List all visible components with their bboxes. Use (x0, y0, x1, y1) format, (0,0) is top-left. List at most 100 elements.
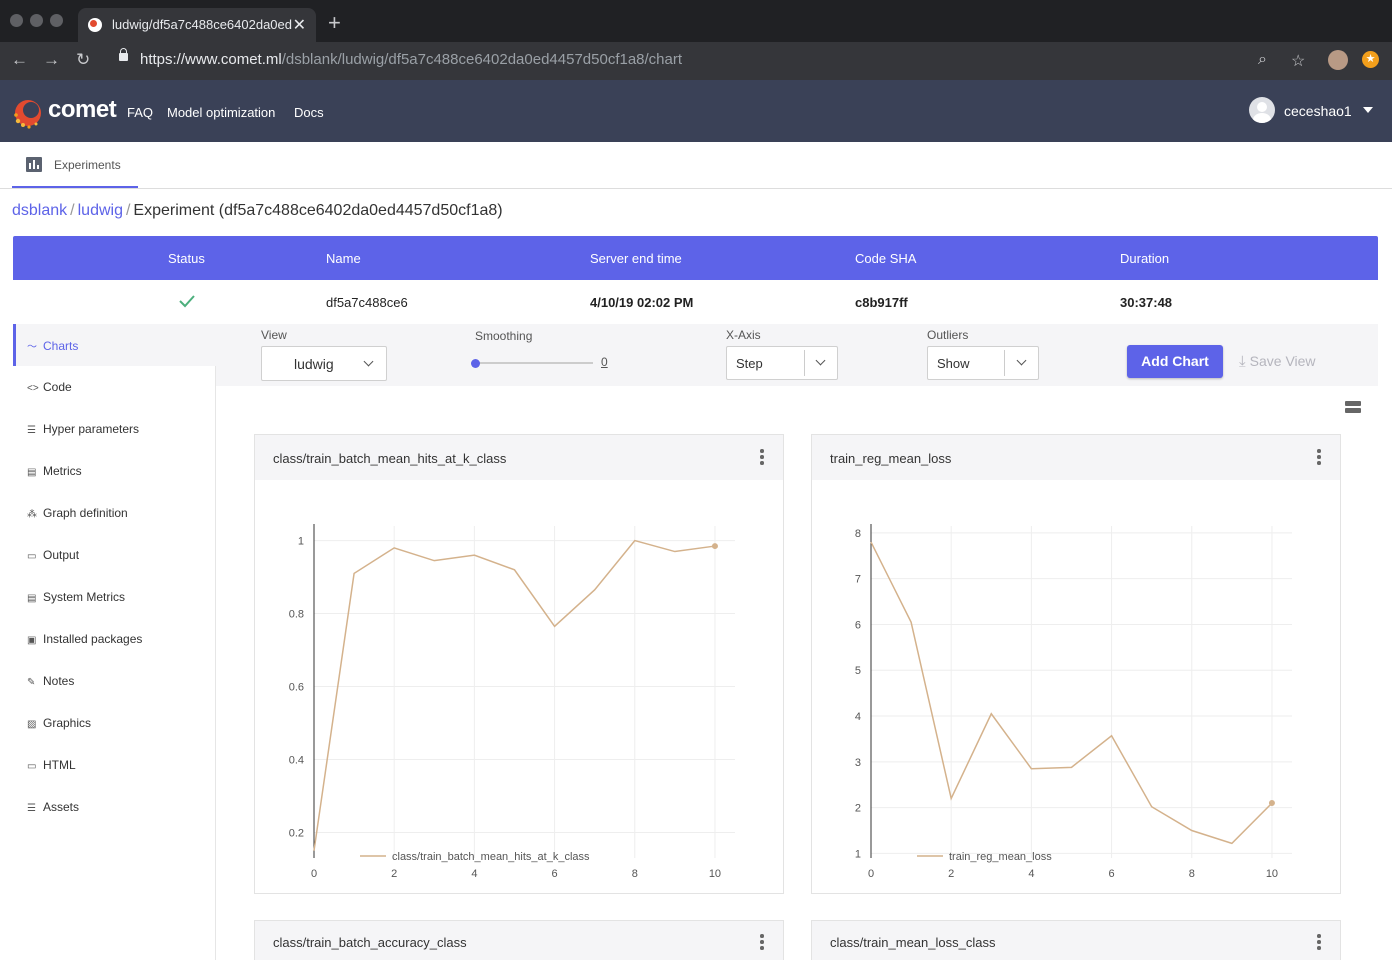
sidebar-item-html[interactable]: ▭ HTML (27, 758, 76, 772)
back-icon[interactable]: ← (11, 51, 28, 69)
sidebar-item-label: Code (43, 380, 72, 394)
nav-model-optimization[interactable]: Model optimization (167, 105, 275, 120)
reload-icon[interactable]: ↻ (76, 51, 90, 69)
html-icon: ▭ (27, 761, 37, 772)
sidebar-item-assets[interactable]: ☰ Assets (27, 800, 79, 814)
kebab-menu-icon[interactable] (760, 449, 764, 465)
view-value: ludwig (294, 356, 334, 372)
summary-header (13, 236, 1378, 280)
zoom-icon[interactable]: ⌕ (1258, 51, 1267, 69)
chart-title: class/train_mean_loss_class (830, 935, 996, 950)
breadcrumb: dsblank / ludwig / Experiment (df5a7c488ce64… (12, 202, 503, 219)
chart-card: class/train_batch_accuracy_class (254, 920, 784, 960)
briefcase-icon: ▣ (27, 635, 37, 646)
sidebar-item-notes[interactable]: ✎ Notes (27, 674, 74, 688)
save-view-button[interactable]: ⤓ Save View (1239, 353, 1316, 370)
sidebar-item-code[interactable]: <> Code (27, 380, 72, 394)
line-chart-icon: 〜 (27, 342, 37, 353)
browser-tab[interactable]: ludwig/df5a7c488ce6402da0ed4457d50cf1a8 … (78, 8, 316, 42)
y-tick-label: 1 (298, 536, 304, 548)
x-tick-label: 4 (1028, 868, 1034, 880)
nav-docs[interactable]: Docs (294, 105, 324, 120)
page-title: Experiment (df5a7c488ce6402da0ed4457d50c… (133, 202, 503, 219)
comet-logo-icon[interactable] (12, 93, 42, 129)
forward-icon[interactable]: → (43, 51, 60, 69)
series-end-point (711, 543, 718, 550)
sidebar-item-system-metrics[interactable]: ▤ System Metrics (27, 590, 125, 604)
graph-icon: ⁂ (27, 509, 37, 520)
tab-experiments-label: Experiments (54, 158, 121, 172)
url-host: https://www.comet.ml (140, 51, 282, 68)
header-status: Status (168, 251, 205, 266)
divider (1004, 350, 1005, 376)
layout-toggle-icon[interactable] (1345, 401, 1361, 414)
header-server-end-time: Server end time (590, 251, 682, 266)
username[interactable]: ceceshao1 (1284, 103, 1352, 119)
sidebar-item-hyper-parameters[interactable]: ☰ Hyper parameters (27, 422, 139, 436)
close-tab-icon[interactable]: ✕ (293, 15, 306, 35)
new-tab-icon[interactable]: + (328, 12, 341, 34)
experiments-tab-bar (0, 142, 1392, 189)
y-tick-label: 8 (855, 528, 861, 540)
nav-faq[interactable]: FAQ (127, 105, 153, 120)
sidebar-item-installed-packages[interactable]: ▣ Installed packages (27, 632, 142, 646)
kebab-menu-icon[interactable] (760, 934, 764, 950)
series-line (870, 541, 1273, 845)
url-path: /dsblank/ludwig/df5a7c488ce6402da0ed4457… (281, 51, 683, 68)
view-label: View (261, 328, 287, 342)
code-icon: <> (27, 383, 39, 394)
x-tick-label: 8 (632, 868, 638, 880)
kebab-menu-icon[interactable] (1317, 934, 1321, 950)
list-icon: ☰ (27, 425, 36, 436)
y-tick-label: 4 (855, 711, 861, 723)
summary-row (13, 280, 1378, 324)
avatar[interactable] (1249, 97, 1275, 123)
y-tick-label: 7 (855, 574, 861, 586)
sidebar-item-metrics[interactable]: ▤ Metrics (27, 464, 82, 478)
chart-card: train_reg_mean_loss 1 2 3 4 5 6 7 8 0 2 4 6 8 10 train… (811, 434, 1341, 894)
logo-text[interactable]: comet (48, 96, 117, 124)
x-tick-label: 0 (868, 868, 874, 880)
smoothing-label: Smoothing (475, 329, 533, 343)
window-close-button[interactable] (10, 14, 23, 27)
sidebar-item-label: Installed packages (43, 632, 143, 646)
x-tick-label: 6 (1109, 868, 1115, 880)
bookmark-star-icon[interactable]: ☆ (1291, 51, 1305, 71)
breadcrumb-project[interactable]: ludwig (78, 202, 123, 219)
experiment-name[interactable]: df5a7c488ce6 (326, 295, 408, 310)
y-tick-label: 0.6 (289, 682, 304, 694)
sidebar-item-output[interactable]: ▭ Output (27, 548, 79, 562)
extension-icon[interactable]: ★ (1362, 51, 1379, 68)
breadcrumb-workspace[interactable]: dsblank (12, 202, 67, 219)
sidebar-item-graphics[interactable]: ▨ Graphics (27, 716, 91, 730)
sidebar-item-label: Graph definition (43, 506, 128, 520)
bar-chart-icon (26, 157, 42, 172)
url-field[interactable]: https://www.comet.ml/dsblank/ludwig/df5a… (140, 51, 682, 68)
y-tick-label: 6 (855, 619, 861, 631)
browser-tab-bar: ludwig/df5a7c488ce6402da0ed4457d50cf1a8 … (0, 0, 1392, 42)
sidebar-item-label: Hyper parameters (43, 422, 140, 436)
y-tick-label: 5 (855, 665, 861, 677)
y-tick-label: 0.8 (289, 609, 304, 621)
kebab-menu-icon[interactable] (1317, 449, 1321, 465)
line-chart: 0.20.40.60.810 2 4 6 8 10class/train_batch_me… (289, 524, 735, 880)
legend-label: class/train_batch_mean_hits_at_k_class (392, 851, 590, 863)
x-tick-label: 6 (552, 868, 558, 880)
window-maximize-button[interactable] (50, 14, 63, 27)
server-end-time: 4/10/19 02:02 PM (590, 295, 694, 310)
sidebar-item-charts[interactable]: 〜 Charts (27, 338, 78, 353)
series-line (313, 539, 716, 851)
chart-title: class/train_batch_accuracy_class (273, 935, 467, 950)
sidebar-item-graph-definition[interactable]: ⁂ Graph definition (27, 506, 128, 520)
browser-profile-icon[interactable] (1328, 50, 1348, 70)
window-minimize-button[interactable] (30, 14, 43, 27)
chevron-down-icon[interactable] (1363, 107, 1373, 113)
smoothing-slider-handle[interactable] (471, 359, 480, 368)
add-chart-button[interactable]: Add Chart (1127, 345, 1223, 378)
line-chart: 1 2 3 4 5 6 7 8 0 2 4 6 8 10 train_reg_mean_loss (855, 524, 1292, 880)
sidebar-item-label: Charts (43, 339, 79, 353)
sidebar-item-label: System Metrics (43, 590, 126, 604)
smoothing-value[interactable]: 0 (601, 355, 608, 369)
smoothing-slider[interactable] (475, 362, 593, 364)
x-tick-label: 4 (471, 868, 477, 880)
